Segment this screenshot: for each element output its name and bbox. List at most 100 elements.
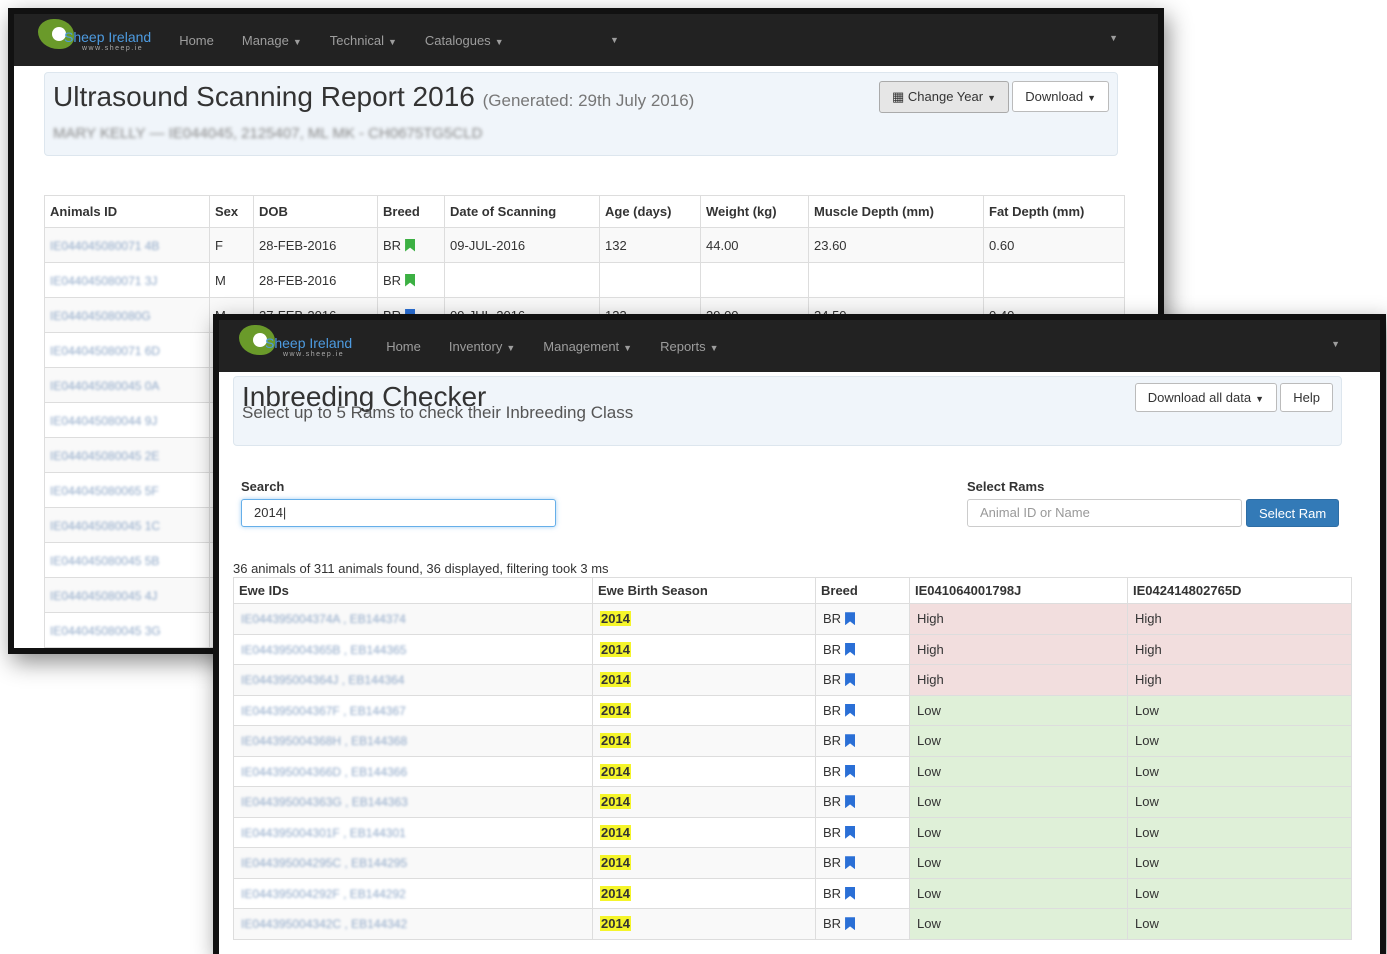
ewe-id-cell[interactable]: IE044395004365B , EB144365 [233, 633, 593, 665]
animal-id-link[interactable]: IE044045080045 5B [50, 554, 159, 568]
bookmark-icon [405, 238, 416, 252]
col-ram-2[interactable]: IE042414802765D [1127, 577, 1352, 604]
nav-reports[interactable]: Reports ▼ [660, 339, 718, 354]
caret-down-icon: ▼ [387, 36, 397, 47]
animal-id-cell[interactable]: IE044045080045 1C [44, 507, 210, 543]
nav-home[interactable]: Home [386, 339, 421, 354]
user-dropdown-toggle[interactable]: ▼ [1109, 33, 1118, 43]
nav-inventory[interactable]: Inventory ▼ [449, 339, 515, 354]
animal-id-link[interactable]: IE044045080071 6D [50, 344, 160, 358]
bookmark-icon [845, 917, 856, 931]
animal-id-cell[interactable]: IE044045080071 4B [44, 227, 210, 263]
animal-id-cell[interactable]: IE044045080045 5B [44, 542, 210, 578]
animal-id-link[interactable]: IE044045080045 2E [50, 449, 159, 463]
ewe-id-cell[interactable]: IE044395004295C , EB144295 [233, 847, 593, 879]
animal-id-cell[interactable]: IE044045080045 2E [44, 437, 210, 473]
animal-id-cell[interactable]: IE044045080071 3J [44, 262, 210, 298]
ewe-id-link[interactable]: IE044395004365B , EB144365 [241, 643, 406, 657]
ewe-id-link[interactable]: IE044395004366D , EB144366 [241, 765, 407, 779]
ewe-id-link[interactable]: IE044395004364J , EB144364 [241, 673, 404, 687]
ewe-id-link[interactable]: IE044395004368H , EB144368 [241, 734, 407, 748]
ewe-id-cell[interactable]: IE044395004292F , EB144292 [233, 877, 593, 909]
ewe-id-cell[interactable]: IE044395004368H , EB144368 [233, 725, 593, 757]
col-breed[interactable]: Breed [377, 195, 445, 228]
col-ram-1[interactable]: IE041064001798J [909, 577, 1128, 604]
animal-id-link[interactable]: IE044045080044 9J [50, 414, 157, 428]
col-animal-id[interactable]: Animals ID [44, 195, 210, 228]
col-ewe-ids[interactable]: Ewe IDs [233, 577, 593, 604]
table-row: IE044045080071 3J M 28-FEB-2016 BR [44, 262, 1125, 298]
search-highlight: 2014 [600, 855, 631, 871]
ewe-id-cell[interactable]: IE044395004374A , EB144374 [233, 603, 593, 635]
help-button[interactable]: Help [1280, 383, 1333, 412]
select-ram-button[interactable]: Select Ram [1246, 499, 1340, 527]
nav-management[interactable]: Management ▼ [543, 339, 632, 354]
caret-down-icon: ▼ [494, 36, 504, 47]
brand-logo[interactable]: Sheep Ireland www.sheep.ie [239, 324, 352, 358]
ram-2-class-cell: Low [1127, 725, 1352, 757]
table-row: IE044045080071 4B F 28-FEB-2016 BR 09-JUL-20… [44, 227, 1125, 263]
animal-id-cell[interactable]: IE044045080080G [44, 297, 210, 333]
animal-id-link[interactable]: IE044045080045 0A [50, 379, 159, 393]
col-weight[interactable]: Weight (kg) [700, 195, 809, 228]
col-fat-depth[interactable]: Fat Depth (mm) [983, 195, 1125, 228]
col-muscle-depth[interactable]: Muscle Depth (mm) [808, 195, 984, 228]
ewe-id-link[interactable]: IE044395004374A , EB144374 [241, 612, 406, 626]
ewe-id-cell[interactable]: IE044395004342C , EB144342 [233, 908, 593, 940]
animal-id-cell[interactable]: IE044045080044 9J [44, 402, 210, 438]
dob-cell: 28-FEB-2016 [253, 262, 378, 298]
col-sex[interactable]: Sex [209, 195, 254, 228]
owner-details: MARY KELLY — IE044045, 2125407, ML MK - … [53, 125, 483, 142]
ewe-id-cell[interactable]: IE044395004367F , EB144367 [233, 694, 593, 726]
breed-label: BR [823, 794, 842, 810]
ewe-id-link[interactable]: IE044395004342C , EB144342 [241, 917, 407, 931]
change-year-button[interactable]: ▦ Change Year ▼ [878, 81, 1009, 113]
nav-technical[interactable]: Technical ▼ [330, 33, 397, 48]
animal-id-link[interactable]: IE044045080080G [50, 309, 151, 323]
animal-id-cell[interactable]: IE044045080065 5F [44, 472, 210, 508]
col-dob[interactable]: DOB [253, 195, 378, 228]
col-breed[interactable]: Breed [815, 577, 910, 604]
bookmark-icon [845, 734, 856, 748]
animal-id-link[interactable]: IE044045080045 4J [50, 589, 157, 603]
nav-manage[interactable]: Manage ▼ [242, 33, 302, 48]
animal-id-link[interactable]: IE044045080065 5F [50, 484, 159, 498]
ram-search-input[interactable]: Animal ID or Name [967, 499, 1242, 527]
nav-catalogues[interactable]: Catalogues ▼ [425, 33, 504, 48]
animal-id-link[interactable]: IE044045080071 3J [50, 274, 157, 288]
animal-id-cell[interactable]: IE044045080045 4J [44, 577, 210, 613]
ram-1-class-cell: Low [909, 694, 1128, 726]
animal-id-cell[interactable]: IE044045080071 6D [44, 332, 210, 368]
ewe-id-cell[interactable]: IE044395004366D , EB144366 [233, 755, 593, 787]
table-row: IE044395004365B , EB144365 2014 BR High High [233, 633, 1352, 665]
brand-logo[interactable]: Sheep Ireland www.sheep.ie [38, 18, 151, 52]
ewe-id-link[interactable]: IE044395004295C , EB144295 [241, 856, 407, 870]
ewe-id-link[interactable]: IE044395004301F , EB144301 [241, 826, 406, 840]
breed-label: BR [823, 855, 842, 871]
ewe-id-link[interactable]: IE044395004363G , EB144363 [241, 795, 408, 809]
table-row: IE044395004295C , EB144295 2014 BR Low Low [233, 847, 1352, 879]
col-ewe-birth-season[interactable]: Ewe Birth Season [592, 577, 816, 604]
download-all-button[interactable]: Download all data ▼ [1134, 383, 1277, 412]
ewe-id-cell[interactable]: IE044395004364J , EB144364 [233, 664, 593, 696]
col-age[interactable]: Age (days) [599, 195, 701, 228]
report-header-panel: Ultrasound Scanning Report 2016 (Generat… [44, 72, 1118, 156]
col-date-scanning[interactable]: Date of Scanning [444, 195, 600, 228]
animal-id-cell[interactable]: IE044045080045 0A [44, 367, 210, 403]
ewe-id-link[interactable]: IE044395004367F , EB144367 [241, 704, 406, 718]
search-input[interactable]: 2014| [241, 499, 556, 527]
user-dropdown-toggle[interactable]: ▼ [1331, 339, 1340, 349]
nav-home[interactable]: Home [179, 33, 214, 48]
ewe-id-link[interactable]: IE044395004292F , EB144292 [241, 887, 406, 901]
animal-id-link[interactable]: IE044045080071 4B [50, 239, 159, 253]
table-row: IE044395004364J , EB144364 2014 BR High High [233, 664, 1352, 696]
animal-id-link[interactable]: IE044045080045 1C [50, 519, 160, 533]
ewe-id-cell[interactable]: IE044395004301F , EB144301 [233, 816, 593, 848]
download-button[interactable]: Download ▼ [1012, 81, 1109, 112]
ewe-id-cell[interactable]: IE044395004363G , EB144363 [233, 786, 593, 818]
nav-dropdown-toggle[interactable]: ▼ [610, 35, 619, 45]
breed-cell: BR [815, 786, 910, 818]
table-header-row: Animals ID Sex DOB Breed Date of Scannin… [44, 195, 1125, 228]
animal-id-link[interactable]: IE044045080045 3G [50, 624, 161, 638]
animal-id-cell[interactable]: IE044045080045 3G [44, 612, 210, 648]
